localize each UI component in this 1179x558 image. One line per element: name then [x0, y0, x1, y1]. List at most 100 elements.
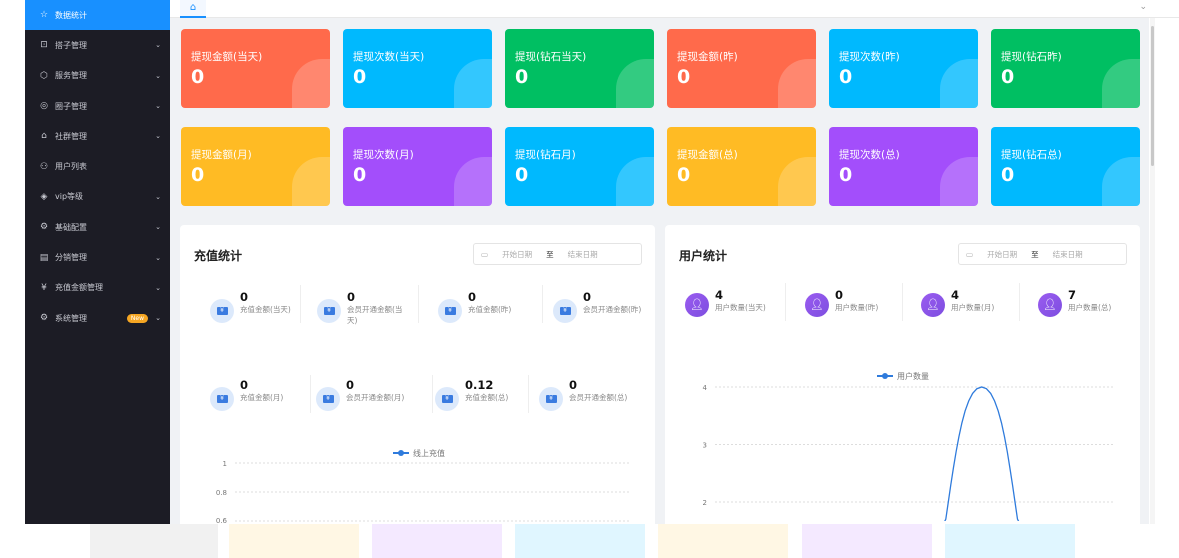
stat-label: 用户数量(总)	[1068, 303, 1112, 312]
ghost-block	[945, 524, 1075, 558]
start-date-input[interactable]: 开始日期	[987, 249, 1017, 260]
start-date-input[interactable]: 开始日期	[502, 249, 532, 260]
recharge-stat: ¥0 会员开通金额(月)	[316, 378, 404, 411]
divider	[310, 375, 311, 413]
sidebar-item-label: 社群管理	[55, 131, 87, 141]
stat-card: 提现次数(昨) 0	[829, 29, 978, 108]
stat-value: 0	[583, 290, 592, 304]
legend-marker	[882, 373, 888, 379]
home-tab[interactable]: ⌂	[180, 0, 206, 18]
stat-value: 0	[240, 378, 249, 392]
new-badge: New	[126, 313, 148, 323]
sidebar-item[interactable]: ▤ 分销管理 ⌄	[25, 242, 170, 272]
divider	[300, 285, 301, 323]
recharge-stat: ¥0.12 充值金额(总)	[435, 378, 508, 411]
y-tick-label: 2	[703, 499, 707, 507]
payment-icon: ¥	[210, 387, 234, 411]
sidebar-item[interactable]: ⚙ 基础配置 ⌄	[25, 212, 170, 242]
legend[interactable]: 线上充值	[393, 448, 445, 458]
stat-card: 提现(钻石月) 0	[505, 127, 654, 206]
sidebar-item[interactable]: ⌂ 社群管理 ⌄	[25, 121, 170, 151]
chevron-down-icon: ⌄	[155, 314, 161, 323]
sidebar-item-label: 服务管理	[55, 71, 87, 81]
user-chart: 用户数量 4 3 2	[703, 371, 1115, 521]
recharge-stat: ¥0 充值金额(月)	[210, 378, 283, 411]
stat-card-label: 提现(钻石当天)	[515, 51, 587, 63]
user-stat: 👤︎ 4 用户数量(月)	[921, 288, 994, 317]
y-tick-label: 3	[703, 442, 707, 450]
stat-card-label: 提现(钻石总)	[1001, 149, 1062, 161]
sidebar-item[interactable]: ⬡ 服务管理 ⌄	[25, 61, 170, 91]
divider	[902, 283, 903, 321]
sidebar-item[interactable]: ¥ 充值金额管理 ⌄	[25, 273, 170, 303]
stat-card-label: 提现(钻石月)	[515, 149, 576, 161]
stat-card-label: 提现金额(当天)	[191, 51, 263, 63]
date-range-picker[interactable]: ▭ 开始日期 至 结束日期	[473, 243, 642, 265]
divider	[432, 375, 433, 413]
sidebar-item-label: 分销管理	[55, 253, 87, 263]
stat-label: 用户数量(昨)	[835, 303, 879, 312]
stat-card-label: 提现次数(月)	[353, 149, 414, 161]
legend-marker	[398, 450, 404, 456]
sidebar-item[interactable]: ⊡ 搭子管理 ⌄	[25, 30, 170, 60]
end-date-input[interactable]: 结束日期	[1053, 249, 1083, 260]
legend[interactable]: 用户数量	[877, 371, 929, 381]
divider	[1019, 283, 1020, 321]
date-separator: 至	[1031, 249, 1039, 259]
sidebar-item[interactable]: ⚇ 用户列表	[25, 151, 170, 181]
tabs-dropdown-chevron-icon[interactable]: ⌄	[1139, 2, 1147, 12]
sidebar-item[interactable]: ◈ vip等级 ⌄	[25, 182, 170, 212]
series-line	[944, 386, 1020, 521]
sidebar-item-label: 用户列表	[55, 162, 87, 172]
scrollbar-thumb[interactable]	[1151, 26, 1154, 166]
stat-card: 提现金额(月) 0	[181, 127, 330, 206]
end-date-input[interactable]: 结束日期	[568, 249, 598, 260]
sidebar-item-label: 充值金额管理	[55, 283, 103, 293]
stat-value: 0	[346, 378, 355, 392]
chevron-down-icon: ⌄	[155, 71, 161, 80]
users-icon: ⚇	[39, 161, 49, 172]
stat-card-label: 提现次数(昨)	[839, 51, 900, 63]
stat-card-label: 提现(钻石昨)	[1001, 51, 1062, 63]
y-tick-label: 1	[223, 460, 227, 468]
sidebar: ☆ 数据统计 ⊡ 搭子管理 ⌄ ⬡ 服务管理 ⌄ ◎ 圈子管理 ⌄ ⌂ 社群管理 ⌄ ⚇ 用户列表 ◈ vip等级…	[25, 0, 170, 524]
user-stat: 👤︎ 4 用户数量(当天)	[685, 288, 766, 317]
y-tick-label: 4	[703, 384, 708, 392]
stat-card: 提现次数(当天) 0	[343, 29, 492, 108]
stat-value: 4	[715, 288, 724, 302]
recharge-stat: ¥0 充值金额(昨)	[438, 290, 511, 323]
faded-reflection	[0, 524, 1179, 558]
stat-label: 用户数量(当天)	[715, 303, 766, 312]
stat-value: 0	[347, 290, 356, 304]
user-stats-panel: 用户统计 ▭ 开始日期 至 结束日期 用户数量 4 3 2 👤︎ 4 用户数量(当天) 👤︎…	[665, 225, 1140, 524]
sidebar-item-label: 数据统计	[55, 10, 87, 20]
stat-cards-row-1: 提现金额(当天) 0 提现次数(当天) 0 提现(钻石当天) 0 提现金额(昨) 0 提现次数(…	[181, 29, 1140, 108]
user-settings-icon: 👤︎	[805, 293, 829, 317]
sidebar-item[interactable]: ◎ 圈子管理 ⌄	[25, 91, 170, 121]
stat-label: 充值金额(总)	[465, 393, 509, 402]
document-icon: ▤	[39, 252, 49, 263]
stat-label: 会员开通金额(月)	[346, 393, 405, 402]
sidebar-item-label: 圈子管理	[55, 101, 87, 111]
stat-value: 4	[951, 288, 960, 302]
sidebar-item-label: 搭子管理	[55, 40, 87, 50]
user-stat: 👤︎ 7 用户数量(总)	[1038, 288, 1111, 317]
sidebar-item[interactable]: ☆ 数据统计	[25, 0, 170, 31]
divider	[542, 285, 543, 323]
stat-card: 提现次数(总) 0	[829, 127, 978, 206]
stat-value: 0	[835, 288, 844, 302]
stat-label: 充值金额(昨)	[468, 305, 512, 314]
payment-icon: ¥	[317, 299, 341, 323]
payment-icon: ¥	[438, 299, 462, 323]
stat-card-label: 提现次数(当天)	[353, 51, 425, 63]
stat-card: 提现次数(月) 0	[343, 127, 492, 206]
sidebar-item-label: 基础配置	[55, 222, 87, 232]
stat-card-label: 提现金额(月)	[191, 149, 252, 161]
date-range-picker[interactable]: ▭ 开始日期 至 结束日期	[958, 243, 1127, 265]
sidebar-item[interactable]: ⚙ 系统管理 New ⌄	[25, 303, 170, 333]
chevron-down-icon: ⌄	[155, 223, 161, 232]
stat-card: 提现金额(当天) 0	[181, 29, 330, 108]
cube-icon: ⬡	[40, 70, 48, 81]
scrollbar[interactable]	[1150, 18, 1155, 524]
legend-label: 线上充值	[413, 448, 445, 458]
